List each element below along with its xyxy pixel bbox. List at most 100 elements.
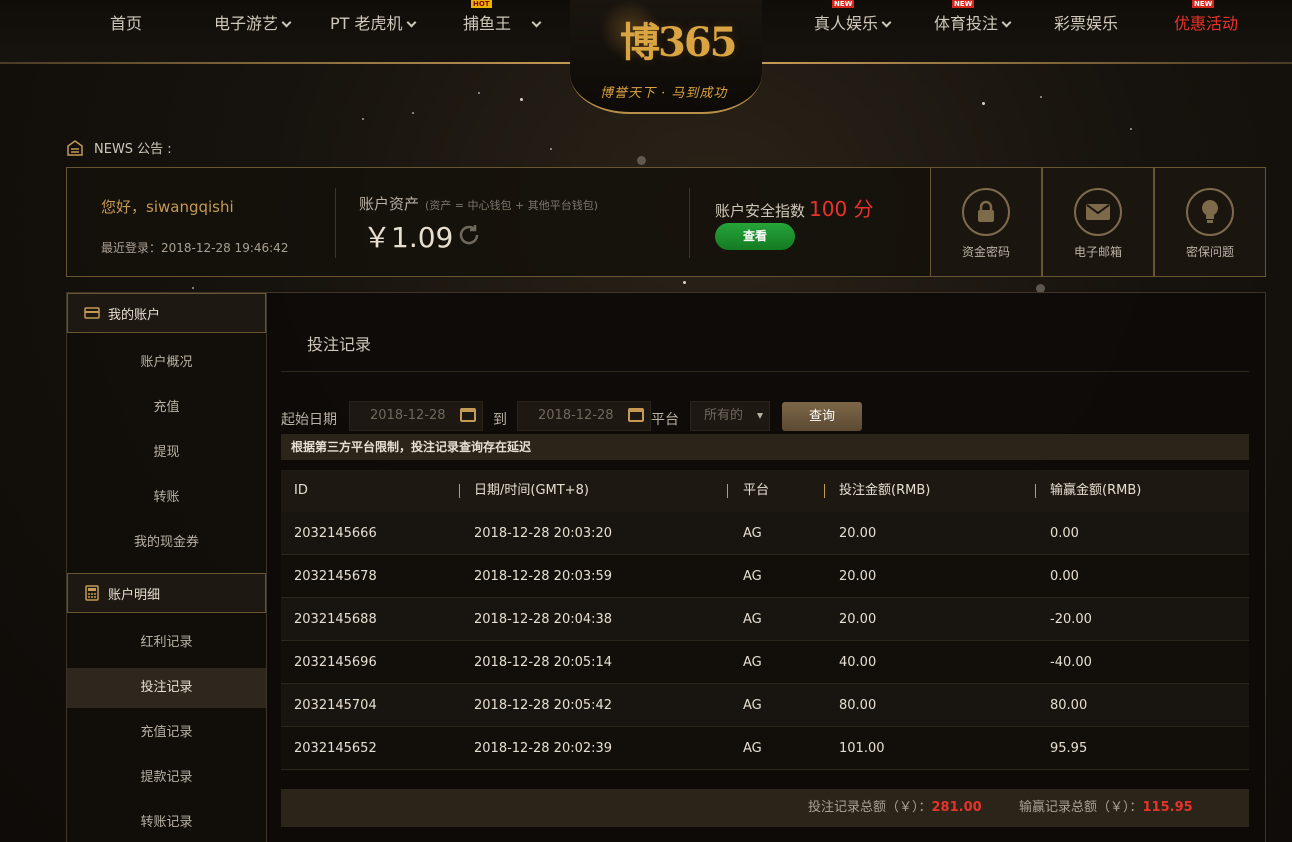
table-cell: AG — [743, 612, 762, 627]
query-button[interactable]: 查询 — [782, 402, 862, 431]
quick-link-label: 电子邮箱 — [1073, 245, 1122, 259]
logo[interactable]: 博365 — [620, 10, 737, 68]
column-separator — [459, 484, 460, 498]
sidebar-item-transfer-records[interactable]: 转账记录 — [67, 803, 266, 842]
table-row: 2032145678 2018-12-28 20:03:59 AG 20.00 0.00 — [281, 555, 1249, 598]
new-badge: NEW — [832, 0, 855, 8]
table-cell: 40.00 — [839, 655, 877, 670]
calendar-icon[interactable] — [628, 408, 644, 422]
win-total: 输赢记录总额（￥）：115.95 — [1019, 789, 1193, 827]
table-cell: AG — [743, 526, 762, 541]
chevron-down-icon — [1001, 17, 1012, 28]
sidebar-item-withdraw[interactable]: 提现 — [67, 433, 266, 473]
caret-down-icon — [757, 413, 763, 419]
sidebar-section-my-account[interactable]: 我的账户 — [67, 293, 266, 333]
win-total-label: 输赢记录总额（￥）： — [1019, 800, 1143, 815]
nav-live-casino[interactable]: NEW 真人娱乐 — [814, 0, 892, 34]
table-cell: -20.00 — [1050, 612, 1092, 627]
chevron-down-icon — [531, 17, 542, 28]
sidebar-item-bonus-records[interactable]: 红利记录 — [67, 623, 266, 663]
star-decoration — [192, 287, 194, 289]
nav-divider — [760, 62, 1292, 64]
news-bar: NEWS 公告 : — [66, 138, 172, 157]
win-total-value: 115.95 — [1142, 800, 1193, 815]
sidebar-item-bet-records[interactable]: 投注记录 — [67, 668, 266, 708]
view-security-button[interactable]: 查看 — [715, 223, 795, 250]
column-separator — [1035, 484, 1036, 498]
delay-notice: 根据第三方平台限制，投注记录查询存在延迟 — [281, 434, 1249, 460]
start-date-input[interactable]: 2018-12-28 — [349, 401, 483, 431]
column-header-platform: 平台 — [743, 483, 770, 498]
divider — [281, 371, 1249, 372]
platform-select[interactable]: 所有的 — [690, 401, 770, 431]
table-cell: 2032145678 — [294, 569, 377, 584]
new-badge: NEW — [1192, 0, 1215, 8]
sidebar-item-deposit-records[interactable]: 充值记录 — [67, 713, 266, 753]
star-decoration — [1130, 128, 1132, 130]
end-date-input[interactable]: 2018-12-28 — [517, 401, 651, 431]
table-cell: 2032145696 — [294, 655, 377, 670]
account-panel: 您好，siwangqishi 最近登录：2018-12-28 19:46:42 … — [66, 167, 1266, 277]
table-cell: 0.00 — [1050, 526, 1079, 541]
chevron-down-icon — [406, 17, 416, 28]
table-cell: 101.00 — [839, 741, 885, 756]
nav-label: 电子游艺 — [214, 14, 279, 33]
column-separator — [824, 484, 825, 498]
star-decoration — [520, 98, 523, 101]
table-row: 2032145652 2018-12-28 20:02:39 AG 101.00 95.… — [281, 727, 1249, 770]
calendar-icon[interactable] — [460, 408, 476, 422]
nav-pt-slots[interactable]: PT 老虎机 — [330, 10, 416, 34]
nav-divider — [0, 62, 580, 64]
end-date-value: 2018-12-28 — [538, 408, 614, 423]
table-cell: 2018-12-28 20:02:39 — [474, 741, 613, 756]
chevron-down-icon — [881, 17, 892, 28]
column-header-bet-amount: 投注金额(RMB) — [839, 483, 931, 498]
chevron-down-icon — [281, 17, 292, 28]
sidebar-item-transfer[interactable]: 转账 — [67, 478, 266, 518]
refresh-icon[interactable] — [457, 223, 481, 247]
table-row: 2032145666 2018-12-28 20:03:20 AG 20.00 0.00 — [281, 512, 1249, 555]
nav-promotions[interactable]: NEW 优惠活动 — [1174, 0, 1239, 34]
table-cell: -40.00 — [1050, 655, 1092, 670]
card-icon — [84, 307, 100, 319]
table-cell: 2032145688 — [294, 612, 377, 627]
logo-slogan: 博誉天下 · 马到成功 — [600, 86, 728, 101]
table-cell: 80.00 — [1050, 698, 1088, 713]
star-decoration — [412, 112, 414, 114]
start-date-label: 起始日期 — [281, 412, 337, 428]
sidebar-item-vouchers[interactable]: 我的现金券 — [67, 523, 266, 563]
nav-slots[interactable]: 电子游艺 — [214, 10, 292, 34]
star-decoration — [637, 156, 646, 165]
star-decoration — [550, 148, 552, 150]
table-cell: 2018-12-28 20:03:20 — [474, 526, 613, 541]
table-cell: 2018-12-28 20:04:38 — [474, 612, 613, 627]
nav-label: 优惠活动 — [1174, 14, 1239, 33]
table-cell: 20.00 — [839, 569, 877, 584]
nav-fishing[interactable]: HOT 捕鱼王 — [463, 0, 542, 34]
sidebar: 我的账户 账户概况 充值 提现 转账 我的现金券 账户明细 红利记录 投注记录 … — [66, 292, 267, 842]
platform-label: 平台 — [651, 412, 679, 428]
calculator-icon — [85, 585, 99, 601]
divider — [335, 188, 336, 258]
table-cell: AG — [743, 698, 762, 713]
bet-total-value: 281.00 — [931, 800, 982, 815]
fund-password-link[interactable]: 资金密码 — [930, 167, 1042, 277]
sidebar-item-withdraw-records[interactable]: 提款记录 — [67, 758, 266, 798]
table-row: 2032145704 2018-12-28 20:05:42 AG 80.00 80.0… — [281, 684, 1249, 727]
new-badge: NEW — [952, 0, 975, 8]
assets-label: 账户资产 (资产 = 中心钱包 + 其他平台钱包) — [359, 193, 598, 214]
hot-badge: HOT — [471, 0, 492, 8]
sidebar-section-account-details[interactable]: 账户明细 — [67, 573, 266, 613]
sidebar-item-overview[interactable]: 账户概况 — [67, 343, 266, 383]
sidebar-item-deposit[interactable]: 充值 — [67, 388, 266, 428]
security-question-link[interactable]: 密保问题 — [1154, 167, 1266, 277]
nav-home[interactable]: 首页 — [110, 10, 142, 34]
nav-sports[interactable]: NEW 体育投注 — [934, 0, 1012, 34]
email-link[interactable]: 电子邮箱 — [1042, 167, 1154, 277]
nav-lottery[interactable]: 彩票娱乐 — [1054, 10, 1118, 34]
table-header-row: ID 日期/时间(GMT+8) 平台 投注金额(RMB) 输赢金额(RMB) — [281, 470, 1249, 512]
security-score: 100 分 — [809, 197, 874, 221]
table-cell: AG — [743, 655, 762, 670]
nav-label: 彩票娱乐 — [1054, 14, 1119, 33]
table-cell: 2032145652 — [294, 741, 377, 756]
